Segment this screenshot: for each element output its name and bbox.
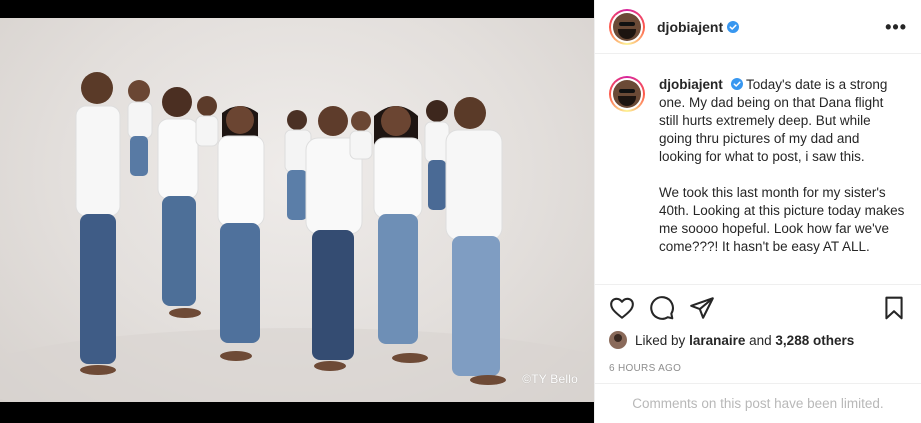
verified-badge-icon (727, 20, 740, 33)
send-icon[interactable] (689, 295, 715, 321)
comment-icon[interactable] (649, 295, 675, 321)
profile-photo (613, 12, 641, 41)
profile-photo (613, 80, 641, 108)
caption-text: djobiajent Today's date is a strong one.… (659, 76, 905, 274)
liker-username-link[interactable]: laranaire (689, 333, 745, 348)
instagram-post-modal: ©TY Bello djobiajent ••• djobiajent Toda… (0, 0, 921, 423)
comments-limited-notice: Comments on this post have been limited. (595, 383, 921, 423)
username-link[interactable]: djobiajent (657, 19, 723, 35)
media-pane: ©TY Bello (0, 0, 594, 423)
person-figure (75, 72, 121, 375)
post-side-panel: djobiajent ••• djobiajent Today's date i… (594, 0, 921, 423)
likes-summary: Liked by laranaire and 3,288 others (609, 331, 854, 349)
photo-credit: ©TY Bello (522, 372, 578, 386)
more-options-icon[interactable]: ••• (885, 18, 907, 36)
likes-prefix: Liked by (635, 332, 686, 348)
action-bar (609, 292, 907, 324)
heart-icon[interactable] (609, 295, 635, 321)
bookmark-icon[interactable] (881, 295, 907, 321)
post-photo[interactable]: ©TY Bello (0, 18, 594, 402)
avatar[interactable] (609, 8, 645, 45)
caption-section: djobiajent Today's date is a strong one.… (595, 62, 921, 285)
post-header: djobiajent ••• (595, 0, 921, 54)
family-photo-illustration (0, 72, 594, 402)
likes-connector: and (749, 332, 772, 348)
caption-paragraph-2: We took this last month for my sister's … (659, 185, 905, 254)
caption-username-link[interactable]: djobiajent (659, 77, 723, 92)
likes-others-link[interactable]: 3,288 others (775, 333, 854, 348)
caption-avatar[interactable] (609, 76, 645, 112)
verified-badge-icon (730, 78, 743, 90)
post-timestamp[interactable]: 6 HOURS AGO (609, 363, 681, 374)
liker-avatar[interactable] (609, 331, 627, 349)
